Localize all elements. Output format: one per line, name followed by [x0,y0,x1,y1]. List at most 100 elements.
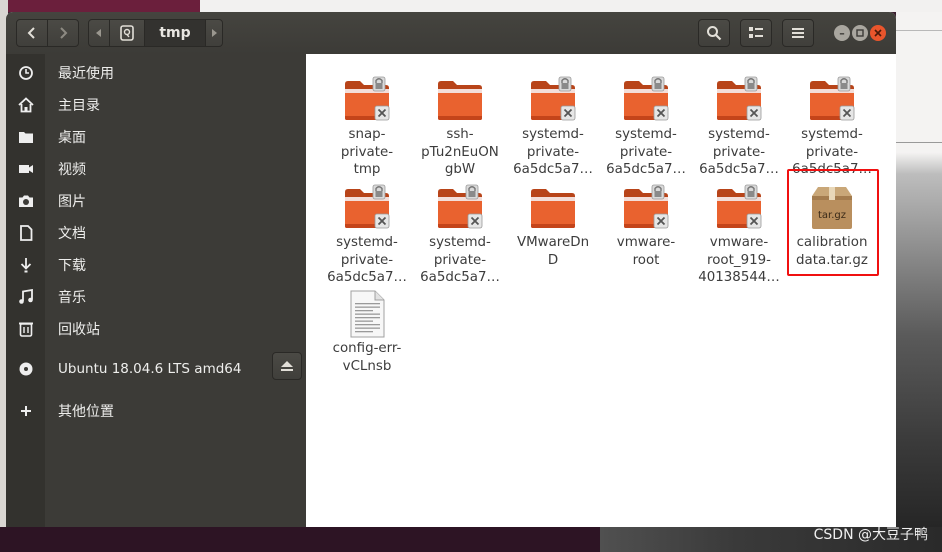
file-item[interactable]: systemd- private- 6a5dc5a7… [416,184,504,287]
sidebar-item-ubuntu-volume[interactable]: Ubuntu 18.04.6 LTS amd64 [6,352,306,385]
drive-icon [120,25,134,41]
download-icon [18,257,34,273]
file-grid: snap- private- tmp ssh- pTu2nEuON gbW syst… [306,54,896,527]
list-view-icon [749,27,763,38]
sidebar-item-label: 最近使用 [58,66,114,82]
folder-icon [18,129,34,145]
sidebar-item-label: 桌面 [58,130,86,146]
locked-folder-icon [343,76,391,124]
maximize-icon [856,29,864,37]
file-item[interactable]: systemd- private- 6a5dc5a7… [695,76,783,179]
file-name: systemd- private- 6a5dc5a7… [606,127,686,177]
file-item[interactable]: ssh- pTu2nEuON gbW [416,76,504,179]
document-icon [18,225,34,241]
desktop-background-bottom [0,527,600,552]
file-name: config-err- vCLnsb [332,341,402,374]
file-manager-window: tmp – 最近使用 主目录 桌面 视频 图片 文档 下载 音乐 回收站 Ubu… [6,12,896,527]
sidebar-item-label: 下载 [58,258,86,274]
locked-folder-icon [715,184,763,232]
eject-button[interactable] [272,352,302,380]
file-item[interactable]: systemd- private- 6a5dc5a7… [509,76,597,179]
sidebar-item-documents[interactable]: 文档 [6,217,306,249]
sidebar-item-label: 主目录 [58,98,100,114]
search-icon [707,26,722,41]
annotation-highlight-box [787,169,879,276]
minimize-icon: – [839,26,845,40]
file-name: systemd- private- 6a5dc5a7… [699,127,779,177]
sidebar-item-pictures[interactable]: 图片 [6,185,306,217]
header-bar: tmp – [6,12,896,54]
clock-icon [18,65,34,81]
folder-icon [436,76,484,124]
forward-button[interactable] [47,19,79,47]
sidebar-item-videos[interactable]: 视频 [6,153,306,185]
minimize-button[interactable]: – [834,25,850,41]
file-name: snap- private- tmp [340,127,394,177]
desktop-background [0,0,205,12]
triangle-right-icon [212,29,217,37]
sidebar-item-recent[interactable]: 最近使用 [6,57,306,89]
eject-icon [281,361,293,371]
locked-folder-icon [343,184,391,232]
sidebar-item-label: 音乐 [58,290,86,306]
file-item[interactable]: VMwareDn D [509,184,597,269]
sidebar-item-label: Ubuntu 18.04.6 LTS amd64 [58,361,242,377]
sidebar-item-label: 视频 [58,162,86,178]
text-file-icon [343,290,391,338]
file-item[interactable]: systemd- private- 6a5dc5a7… [602,76,690,179]
file-name: systemd- private- 6a5dc5a7… [513,127,593,177]
search-button[interactable] [698,19,730,47]
sidebar-item-other-locations[interactable]: 其他位置 [6,395,306,427]
locked-folder-icon [622,76,670,124]
back-button[interactable] [16,19,48,47]
file-item[interactable]: config-err- vCLnsb [323,290,411,375]
triangle-left-icon [96,29,101,37]
menu-button[interactable] [782,19,814,47]
background-divider [896,142,942,143]
hamburger-menu-icon [792,28,804,38]
background-window-edge [200,0,942,12]
view-toggle-button[interactable] [740,19,772,47]
file-name: VMwareDn D [516,235,590,268]
path-scroll-right-button[interactable] [205,19,223,47]
file-item[interactable]: vmware- root_919- 40138544… [695,184,783,287]
background-divider [896,30,942,31]
trash-icon [18,321,34,337]
sidebar-item-trash[interactable]: 回收站 [6,313,306,345]
path-root-button[interactable] [109,19,145,47]
file-item[interactable]: systemd- private- 6a5dc5a7… [323,184,411,287]
home-icon [18,97,34,113]
file-name: vmware- root [616,235,676,268]
file-item[interactable]: vmware- root [602,184,690,269]
watermark: CSDN @大豆子鸭 [813,527,928,543]
sidebar-item-label: 图片 [58,194,86,210]
music-icon [18,289,34,305]
disc-icon [18,361,34,377]
background-window-right [896,12,942,552]
file-name: systemd- private- 6a5dc5a7… [420,235,500,285]
sidebar: 最近使用 主目录 桌面 视频 图片 文档 下载 音乐 回收站 Ubuntu 18… [6,54,306,527]
file-item[interactable]: snap- private- tmp [323,76,411,179]
file-item[interactable]: systemd- private- 6a5dc5a7… [788,76,876,179]
maximize-button[interactable] [852,25,868,41]
sidebar-item-home[interactable]: 主目录 [6,89,306,121]
sidebar-item-label: 回收站 [58,322,100,338]
folder-icon [529,184,577,232]
locked-folder-icon [436,184,484,232]
sidebar-item-label: 文档 [58,226,86,242]
locked-folder-icon [715,76,763,124]
sidebar-item-music[interactable]: 音乐 [6,281,306,313]
path-scroll-left-button[interactable] [88,19,110,47]
file-name: systemd- private- 6a5dc5a7… [327,235,407,285]
sidebar-item-label: 其他位置 [58,404,114,420]
plus-icon [18,403,34,419]
locked-folder-icon [808,76,856,124]
sidebar-item-downloads[interactable]: 下载 [6,249,306,281]
close-button[interactable] [870,25,886,41]
close-icon [874,29,882,37]
path-current-button[interactable]: tmp [144,19,206,47]
locked-folder-icon [529,76,577,124]
sidebar-item-desktop[interactable]: 桌面 [6,121,306,153]
file-name: vmware- root_919- 40138544… [698,235,780,285]
video-icon [18,161,34,177]
